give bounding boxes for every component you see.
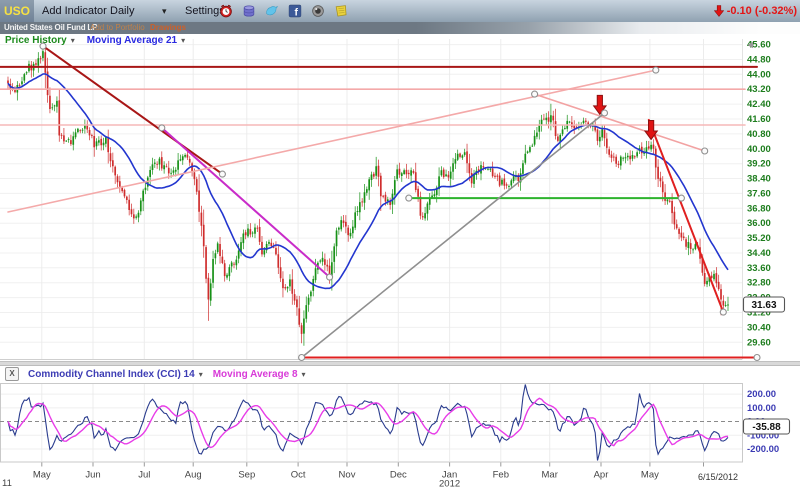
x-axis-label: Sep (238, 470, 255, 481)
cci-ma-line (8, 398, 728, 447)
x-axis-label: Oct (291, 470, 306, 481)
drawing-handle[interactable] (532, 91, 538, 97)
drawing-handle[interactable] (159, 125, 165, 131)
chevron-down-icon[interactable]: ▾ (162, 0, 167, 22)
x-axis-label: Feb (493, 470, 509, 481)
drawing-handle[interactable] (406, 195, 412, 201)
x-axis: MayJunJulAugSepOctNovDecJan2012FebMarApr… (2, 470, 738, 487)
y-axis-label: 41.60 (747, 114, 771, 125)
drawing-handle[interactable] (678, 195, 684, 201)
twitter-icon[interactable] (265, 4, 279, 18)
cci-panel-header: X Commodity Channel Index (CCI) 14 ▾ Mov… (0, 366, 800, 382)
x-axis-label: Jul (138, 470, 150, 481)
y-axis-label: 32.80 (747, 278, 771, 289)
x-axis-year-label: 2012 (439, 479, 460, 487)
chevron-down-icon[interactable]: ▾ (199, 370, 203, 379)
y-axis-label: 40.80 (747, 129, 771, 140)
last-date-label: 6/15/2012 (698, 472, 738, 482)
y-axis-label: 36.00 (747, 218, 771, 229)
drawing-handle[interactable] (653, 67, 659, 73)
main-chart[interactable]: 45.6044.8044.0043.2042.4041.6040.8040.00… (0, 33, 800, 487)
y-axis-label: 43.20 (747, 84, 771, 95)
snapshot-icon[interactable] (311, 4, 325, 18)
drawing-magenta-downtrend[interactable] (162, 128, 330, 277)
cci-ma-dropdown[interactable]: Moving Average 8 (213, 369, 298, 380)
top-toolbar: USO Add Indicator Daily ▾ Settings f (0, 0, 800, 23)
chevron-down-icon[interactable]: ▾ (302, 370, 306, 379)
y-axis-label: 29.60 (747, 337, 771, 348)
drawing-handle[interactable] (327, 274, 333, 280)
x-axis-label: Nov (339, 470, 356, 481)
cci-dropdown[interactable]: Commodity Channel Index (CCI) 14 (28, 369, 195, 380)
alerts-icon[interactable] (219, 4, 233, 18)
y-axis-label: 30.40 (747, 322, 771, 333)
notes-icon[interactable] (334, 4, 348, 18)
x-axis-label: May (641, 470, 659, 481)
drawing-handle[interactable] (602, 110, 608, 116)
symbol-label: USO (4, 4, 30, 18)
trading-app-window: USO Add Indicator Daily ▾ Settings f (0, 0, 800, 487)
drawing-handle[interactable] (299, 355, 305, 361)
y-axis-label: 200.00 (747, 389, 776, 400)
symbol-tab[interactable]: USO (0, 0, 34, 22)
change-text: -0.10 (-0.32%) (727, 5, 797, 17)
x-axis-label: Mar (542, 470, 558, 481)
drawing-downtrend-2011[interactable] (43, 46, 222, 174)
price-change: -0.10 (-0.32%) (714, 0, 797, 22)
y-axis-label: 35.20 (747, 233, 771, 244)
chevron-down-icon[interactable]: ▾ (71, 36, 75, 45)
chevron-down-icon[interactable]: ▾ (181, 36, 185, 45)
y-axis-label: 37.60 (747, 188, 771, 199)
facebook-icon[interactable]: f (288, 4, 302, 18)
y-axis-label: 40.00 (747, 144, 771, 155)
price-history-dropdown[interactable]: Price History (5, 35, 67, 46)
down-arrow-icon (714, 5, 724, 17)
y-axis-label: 44.80 (747, 55, 771, 66)
x-axis-label: Dec (390, 470, 407, 481)
y-axis-label: 33.60 (747, 263, 771, 274)
y-axis-label: -200.00 (747, 444, 779, 455)
x-axis-label: Apr (594, 470, 609, 481)
svg-text:f: f (294, 7, 298, 18)
y-axis-label: 42.40 (747, 99, 771, 110)
database-icon[interactable] (242, 4, 256, 18)
cci-panel-frame (1, 384, 743, 463)
y-axis-label: 36.80 (747, 203, 771, 214)
x-axis-label: Jun (85, 470, 100, 481)
close-icon[interactable]: X (5, 367, 19, 381)
y-axis-label: 39.20 (747, 159, 771, 170)
y-axis-label: 38.40 (747, 174, 771, 185)
ma21-line (8, 74, 728, 289)
interval-dropdown[interactable]: Daily (110, 0, 134, 22)
svg-text:-35.88: -35.88 (752, 422, 781, 433)
y-axis-label: 34.40 (747, 248, 771, 259)
price-panel-header: Price History ▾ Moving Average 21 ▾ (5, 34, 185, 47)
drawing-handle[interactable] (702, 148, 708, 154)
drawing-handle[interactable] (219, 171, 225, 177)
cci-value-tag: -35.88 (744, 419, 790, 434)
x-axis-year-label: 11 (2, 478, 12, 487)
last-price-tag: 31.63 (744, 297, 785, 312)
svg-text:31.63: 31.63 (751, 300, 776, 311)
ma21-dropdown[interactable]: Moving Average 21 (87, 35, 177, 46)
y-axis-label: 100.00 (747, 403, 776, 414)
x-axis-label: May (33, 470, 51, 481)
drawing-handle[interactable] (754, 355, 760, 361)
drawing-handle[interactable] (720, 309, 726, 315)
toolbar-icons: f (219, 4, 348, 18)
x-axis-label: Aug (185, 470, 202, 481)
price-axis: 45.6044.8044.0043.2042.4041.6040.8040.00… (747, 40, 779, 455)
add-indicator-button[interactable]: Add Indicator (42, 0, 107, 22)
y-axis-label: 44.00 (747, 69, 771, 80)
